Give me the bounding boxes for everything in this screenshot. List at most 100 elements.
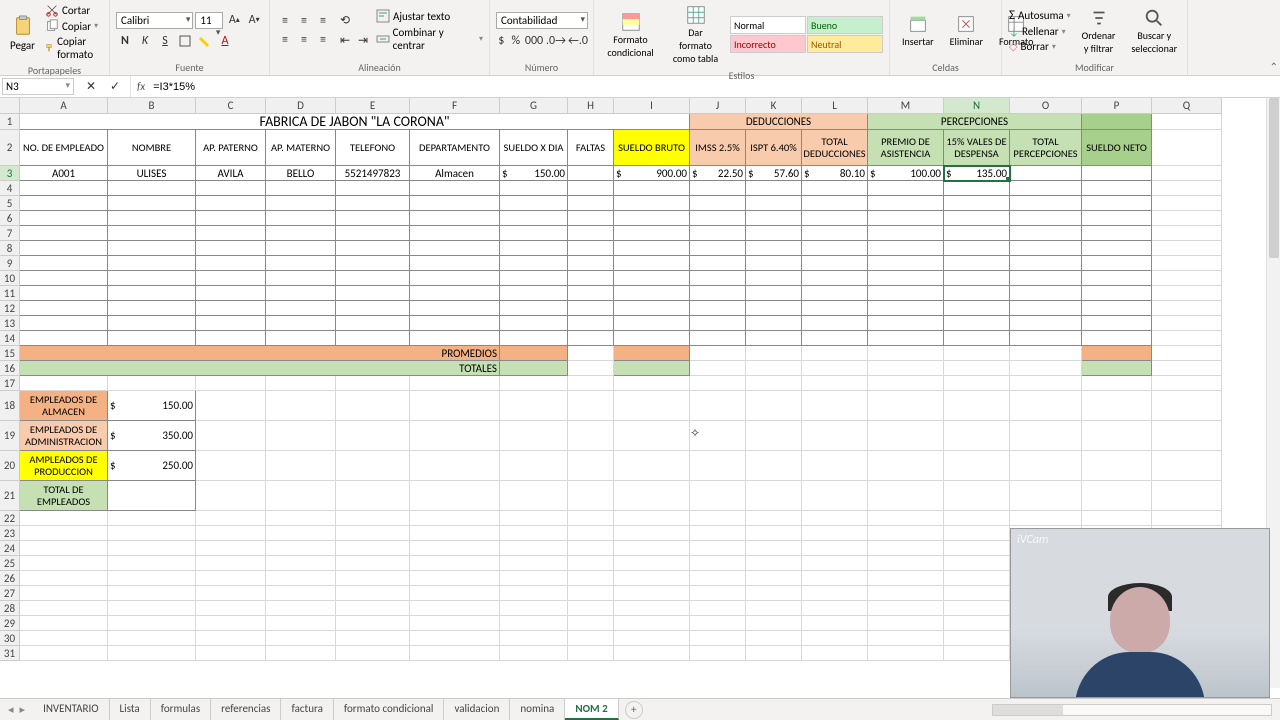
row-header-9[interactable]: 9 bbox=[0, 256, 20, 271]
col-header-N[interactable]: N bbox=[944, 98, 1010, 114]
cell-A3[interactable]: A001 bbox=[20, 166, 108, 181]
col-header-B[interactable]: B bbox=[108, 98, 196, 114]
row-header-3[interactable]: 3 bbox=[0, 166, 20, 181]
insert-button[interactable]: Insertar bbox=[896, 11, 940, 50]
row-header-23[interactable]: 23 bbox=[0, 526, 20, 541]
row-header-7[interactable]: 7 bbox=[0, 226, 20, 241]
autosum-button[interactable]: ΣAutosuma ▾ bbox=[1008, 7, 1072, 24]
accounting-button[interactable]: $ bbox=[496, 32, 507, 50]
select-all-corner[interactable] bbox=[0, 98, 20, 114]
enter-formula-button[interactable]: ✓ bbox=[106, 78, 124, 96]
row-header-20[interactable]: 20 bbox=[0, 451, 20, 481]
col-header-Q[interactable]: Q bbox=[1152, 98, 1222, 114]
sheet-tab-formato-condicional[interactable]: formato condicional bbox=[334, 699, 445, 720]
borders-button[interactable] bbox=[176, 32, 194, 50]
col-header-C[interactable]: C bbox=[196, 98, 266, 114]
row-header-5[interactable]: 5 bbox=[0, 196, 20, 211]
row-header-8[interactable]: 8 bbox=[0, 241, 20, 256]
fill-color-button[interactable] bbox=[196, 32, 214, 50]
underline-button[interactable]: S bbox=[156, 32, 174, 50]
col-header-G[interactable]: G bbox=[500, 98, 568, 114]
row-header-22[interactable]: 22 bbox=[0, 511, 20, 526]
clear-button[interactable]: ◇Borrar ▾ bbox=[1008, 39, 1072, 54]
cell-K3[interactable]: $57.60 bbox=[746, 166, 802, 181]
sort-filter-button[interactable]: Ordenar y filtrar bbox=[1076, 5, 1122, 57]
col-header-J[interactable]: J bbox=[690, 98, 746, 114]
row-header-1[interactable]: 1 bbox=[0, 114, 20, 130]
cell-styles-gallery[interactable]: Normal Bueno Incorrecto Neutral bbox=[730, 16, 883, 53]
col-header-I[interactable]: I bbox=[614, 98, 690, 114]
tab-nav-last[interactable]: ▸ bbox=[20, 703, 26, 716]
row-header-26[interactable]: 26 bbox=[0, 571, 20, 586]
col-header-A[interactable]: A bbox=[20, 98, 108, 114]
cell-O3[interactable] bbox=[1010, 166, 1082, 181]
cell-E3[interactable]: 5521497823 bbox=[336, 166, 410, 181]
sheet-tab-nomina[interactable]: nomina bbox=[510, 699, 565, 720]
col-header-M[interactable]: M bbox=[868, 98, 944, 114]
cell-J3[interactable]: $22.50 bbox=[690, 166, 746, 181]
fill-button[interactable]: ↓Rellenar ▾ bbox=[1008, 24, 1072, 39]
delete-button[interactable]: Eliminar bbox=[944, 11, 989, 50]
row-header-13[interactable]: 13 bbox=[0, 316, 20, 331]
col-header-L[interactable]: L bbox=[802, 98, 868, 114]
cell-H3[interactable] bbox=[568, 166, 614, 181]
font-name-select[interactable]: Calibri bbox=[116, 12, 193, 29]
row-header-29[interactable]: 29 bbox=[0, 616, 20, 631]
number-format-select[interactable]: Contabilidad bbox=[496, 12, 588, 29]
increase-decimal-button[interactable]: .0→ bbox=[547, 32, 565, 50]
row-header-2[interactable]: 2 bbox=[0, 130, 20, 166]
row-header-4[interactable]: 4 bbox=[0, 181, 20, 196]
decrease-decimal-button[interactable]: ←.0 bbox=[569, 32, 587, 50]
cell-G3[interactable]: $150.00 bbox=[500, 166, 568, 181]
cell-P3[interactable] bbox=[1082, 166, 1152, 181]
paste-button[interactable]: Pegar bbox=[6, 11, 39, 54]
row-header-31[interactable]: 31 bbox=[0, 646, 20, 661]
copy-button[interactable]: Copiar ▾ bbox=[43, 18, 103, 34]
shrink-font-button[interactable]: A▾ bbox=[245, 11, 263, 29]
align-bottom-button[interactable]: ≡ bbox=[314, 12, 332, 30]
row-headers[interactable]: 1234567891011121314151617181920212223242… bbox=[0, 114, 20, 661]
align-middle-button[interactable]: ≡ bbox=[295, 12, 313, 30]
row-header-10[interactable]: 10 bbox=[0, 271, 20, 286]
row-header-15[interactable]: 15 bbox=[0, 346, 20, 361]
row-header-19[interactable]: 19 bbox=[0, 421, 20, 451]
cell-Q3[interactable] bbox=[1152, 166, 1222, 181]
row-header-21[interactable]: 21 bbox=[0, 481, 20, 511]
cut-button[interactable]: Cortar bbox=[43, 2, 103, 18]
col-header-F[interactable]: F bbox=[410, 98, 500, 114]
thousands-button[interactable]: 000 bbox=[525, 32, 543, 50]
row-header-27[interactable]: 27 bbox=[0, 586, 20, 601]
cell-F3[interactable]: Almacen bbox=[410, 166, 500, 181]
row-header-12[interactable]: 12 bbox=[0, 301, 20, 316]
horizontal-scrollbar[interactable] bbox=[992, 704, 1272, 716]
style-bueno[interactable]: Bueno bbox=[807, 16, 883, 34]
column-headers[interactable]: ABCDEFGHIJKLMNOPQ bbox=[20, 98, 1222, 114]
format-painter-button[interactable]: Copiar formato bbox=[43, 34, 103, 62]
col-header-E[interactable]: E bbox=[336, 98, 410, 114]
row-header-14[interactable]: 14 bbox=[0, 331, 20, 346]
col-header-K[interactable]: K bbox=[746, 98, 802, 114]
italic-button[interactable]: K bbox=[136, 32, 154, 50]
style-normal[interactable]: Normal bbox=[730, 16, 806, 34]
sheet-tab-nom-2[interactable]: NOM 2 bbox=[565, 699, 618, 720]
collapse-ribbon-button[interactable]: ⌃ bbox=[1270, 60, 1278, 73]
align-center-button[interactable]: ≡ bbox=[295, 31, 313, 49]
merge-center-button[interactable]: Combinar y centrar ▾ bbox=[376, 26, 483, 52]
format-as-table-button[interactable]: Dar formato como tabla bbox=[665, 2, 726, 67]
wrap-text-button[interactable]: Ajustar texto bbox=[376, 9, 483, 23]
align-top-button[interactable]: ≡ bbox=[276, 12, 294, 30]
conditional-format-button[interactable]: Formato condicional bbox=[600, 9, 661, 61]
font-size-select[interactable]: 11 bbox=[195, 12, 223, 29]
row-header-16[interactable]: 16 bbox=[0, 361, 20, 376]
style-incorrecto[interactable]: Incorrecto bbox=[730, 35, 806, 53]
row-header-18[interactable]: 18 bbox=[0, 391, 20, 421]
align-right-button[interactable]: ≡ bbox=[314, 31, 332, 49]
row-header-28[interactable]: 28 bbox=[0, 601, 20, 616]
sheet-tab-validacion[interactable]: validacion bbox=[444, 699, 510, 720]
col-header-P[interactable]: P bbox=[1082, 98, 1152, 114]
sheet-tab-inventario[interactable]: INVENTARIO bbox=[33, 699, 109, 720]
find-select-button[interactable]: Buscar y seleccionar bbox=[1125, 5, 1183, 57]
row-header-11[interactable]: 11 bbox=[0, 286, 20, 301]
col-header-H[interactable]: H bbox=[568, 98, 614, 114]
col-header-D[interactable]: D bbox=[266, 98, 336, 114]
